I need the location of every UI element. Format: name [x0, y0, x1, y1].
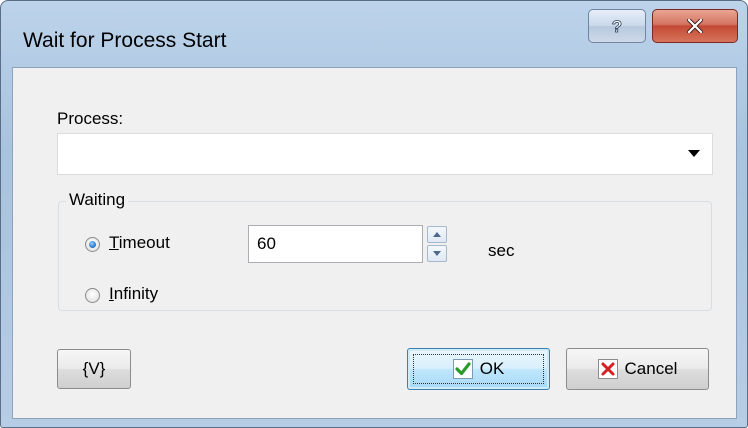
window-title: Wait for Process Start	[23, 29, 227, 52]
ok-button[interactable]: OK	[407, 348, 550, 390]
variables-button[interactable]: {V}	[57, 349, 131, 389]
cancel-label: Cancel	[624, 359, 678, 378]
focus-rectangle	[413, 354, 544, 384]
help-icon: ?	[611, 17, 622, 35]
close-button[interactable]	[652, 9, 738, 43]
spin-up-button[interactable]	[427, 226, 447, 243]
process-combobox[interactable]	[57, 133, 713, 175]
chevron-down-icon[interactable]	[688, 150, 700, 157]
waiting-group-label: Waiting	[66, 190, 129, 210]
dialog-window: Wait for Process Start ? Process: Waitin…	[0, 0, 748, 428]
process-label: Process:	[57, 109, 124, 128]
timeout-input[interactable]	[248, 225, 423, 263]
infinity-label-rest: nfinity	[113, 284, 159, 303]
infinity-radio[interactable]	[85, 288, 100, 303]
timeout-radio[interactable]	[85, 237, 100, 252]
dialog-body: Process: Waiting Timeout sec Infinity {V…	[12, 67, 737, 419]
timeout-radio-label[interactable]: Timeout	[109, 233, 170, 253]
arrow-down-icon	[433, 251, 441, 256]
timeout-unit-label: sec	[488, 241, 515, 260]
spin-down-button[interactable]	[427, 245, 447, 262]
infinity-radio-label[interactable]: Infinity	[109, 284, 158, 304]
arrow-up-icon	[433, 232, 441, 237]
svg-text:?: ?	[612, 17, 622, 35]
cancel-button[interactable]: Cancel	[566, 348, 709, 390]
timeout-mnemonic: T	[109, 233, 119, 252]
x-icon	[597, 359, 618, 379]
close-icon	[687, 19, 703, 33]
timeout-label-rest: imeout	[118, 233, 170, 252]
help-button[interactable]: ?	[588, 9, 646, 43]
